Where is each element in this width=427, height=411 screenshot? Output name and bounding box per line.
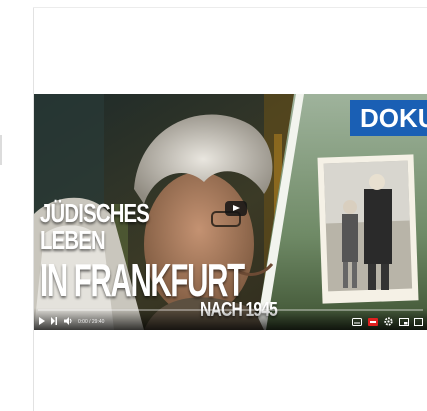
- next-icon[interactable]: [50, 316, 58, 326]
- miniplayer-icon[interactable]: [399, 318, 409, 326]
- progress-bar[interactable]: [38, 309, 423, 311]
- captions-icon[interactable]: [368, 318, 378, 326]
- play-button-overlay[interactable]: [225, 201, 247, 216]
- player-controls: 0:00 / 29:40: [34, 308, 427, 330]
- play-icon[interactable]: [38, 316, 46, 326]
- subtitles-icon[interactable]: [352, 318, 362, 326]
- page-top-divider: [33, 7, 427, 8]
- volume-icon[interactable]: [63, 316, 73, 326]
- fullscreen-icon[interactable]: [414, 318, 423, 326]
- settings-icon[interactable]: [384, 317, 393, 326]
- scroll-edge: [0, 135, 2, 165]
- vintage-photo: [317, 154, 419, 304]
- doku-badge: DOKU: [350, 100, 427, 136]
- time-display: 0:00 / 29:40: [78, 319, 105, 325]
- video-player[interactable]: JÜDISCHES LEBEN IN FRANKFURT NACH 1945 D…: [34, 94, 427, 330]
- title-line-2: LEBEN: [40, 225, 106, 255]
